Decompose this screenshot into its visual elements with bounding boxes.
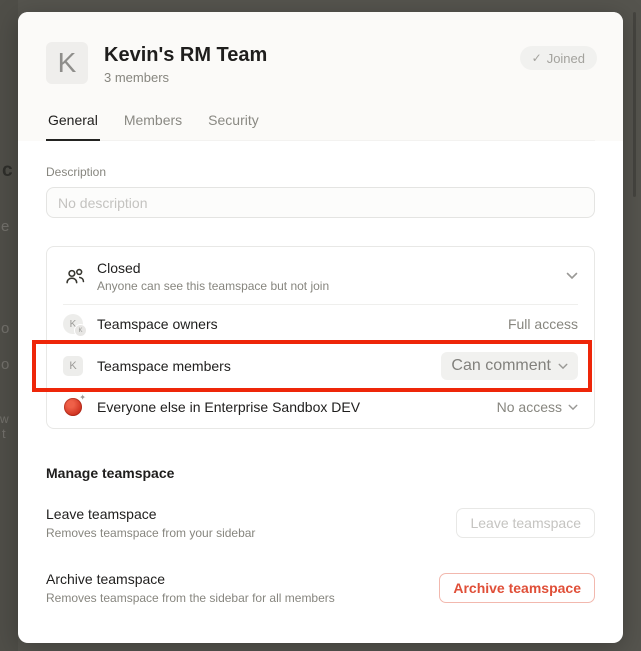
teamspace-settings-dialog: K Kevin's RM Team 3 members ✓ Joined Gen…	[18, 12, 623, 643]
permission-row-label: Teamspace owners	[97, 316, 508, 332]
leave-teamspace-subtitle: Removes teamspace from your sidebar	[46, 526, 255, 540]
owners-avatar: K K	[63, 314, 83, 334]
sparkle-icon: ✦	[79, 394, 86, 402]
tab-members[interactable]: Members	[122, 112, 184, 141]
description-label: Description	[46, 165, 595, 179]
chevron-down-icon	[566, 272, 578, 280]
permissions-card: Closed Anyone can see this teamspace but…	[46, 246, 595, 429]
people-icon	[63, 265, 87, 287]
permission-row-owners: K K Teamspace owners Full access	[47, 305, 594, 343]
chevron-down-icon	[558, 363, 568, 370]
description-input[interactable]	[46, 187, 595, 218]
archive-teamspace-row: Archive teamspace Removes teamspace from…	[46, 570, 595, 605]
archive-teamspace-button[interactable]: Archive teamspace	[439, 573, 595, 603]
overlay-right-edge	[633, 12, 636, 197]
tab-security[interactable]: Security	[206, 112, 261, 141]
members-avatar: K	[63, 356, 83, 376]
tab-general[interactable]: General	[46, 112, 100, 141]
dialog-header: K Kevin's RM Team 3 members ✓ Joined Gen…	[18, 12, 623, 141]
manage-teamspace-heading: Manage teamspace	[46, 465, 595, 481]
check-icon: ✓	[532, 51, 542, 65]
permission-row-members: K Teamspace members Can comment	[47, 343, 594, 389]
overlay-left-shade	[0, 0, 18, 651]
org-logo-icon: ✦	[64, 398, 82, 416]
joined-badge[interactable]: ✓ Joined	[520, 46, 597, 70]
permission-row-value: Full access	[508, 316, 578, 332]
leave-teamspace-row: Leave teamspace Removes teamspace from y…	[46, 505, 595, 540]
leave-teamspace-button[interactable]: Leave teamspace	[456, 508, 595, 538]
leave-teamspace-title: Leave teamspace	[46, 505, 255, 523]
archive-teamspace-subtitle: Removes teamspace from the sidebar for a…	[46, 591, 335, 605]
teamspace-avatar: K	[46, 42, 88, 84]
access-level-subtitle: Anyone can see this teamspace but not jo…	[97, 279, 566, 293]
access-level-selector[interactable]: Closed Anyone can see this teamspace but…	[47, 247, 594, 304]
chevron-down-icon	[568, 404, 578, 411]
member-count: 3 members	[104, 70, 267, 85]
members-permission-dropdown[interactable]: Can comment	[441, 352, 578, 380]
owner-sub-avatar: K	[74, 324, 87, 337]
teamspace-title: Kevin's RM Team	[104, 43, 267, 67]
joined-label: Joined	[547, 51, 585, 66]
everyone-permission-dropdown[interactable]: No access	[497, 399, 578, 415]
access-level-title: Closed	[97, 259, 566, 277]
permission-row-label: Teamspace members	[97, 358, 441, 374]
tab-bar: General Members Security	[46, 112, 595, 141]
permission-row-label: Everyone else in Enterprise Sandbox DEV	[97, 399, 497, 415]
permission-row-everyone: ✦ Everyone else in Enterprise Sandbox DE…	[47, 389, 594, 428]
archive-teamspace-title: Archive teamspace	[46, 570, 335, 588]
